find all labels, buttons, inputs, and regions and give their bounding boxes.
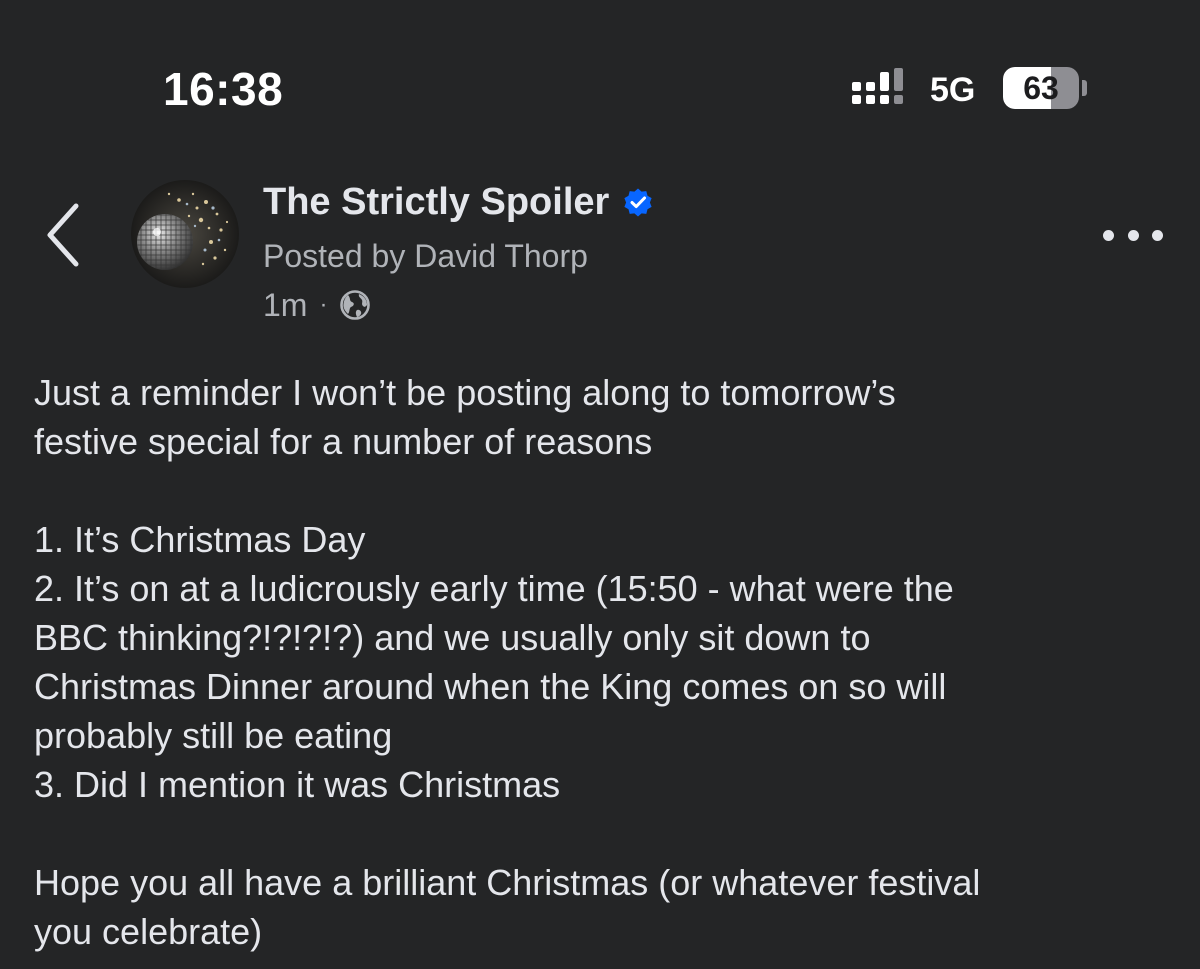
more-horizontal-icon-dot: [1152, 229, 1163, 241]
page-avatar[interactable]: [131, 180, 239, 288]
post-text-line: Just a reminder I won’t be posting along…: [34, 372, 896, 413]
verified-badge-icon: [624, 188, 652, 217]
post-text-line: Hope you all have a brilliant Christmas …: [34, 862, 981, 903]
posted-by-label[interactable]: Posted by David Thorp: [263, 238, 588, 275]
meta-separator: ·: [319, 291, 328, 318]
more-options-button[interactable]: [1103, 215, 1163, 255]
post-text-line: BBC thinking?!?!?!?) and we usually only…: [34, 617, 871, 658]
chevron-left-icon: [47, 203, 79, 267]
post-body: Just a reminder I won’t be posting along…: [34, 368, 1174, 956]
cellular-signal-icon: [852, 68, 903, 104]
more-horizontal-icon-dot: [1127, 229, 1139, 241]
status-time: 16:38: [163, 63, 284, 115]
post-text-line: Christmas Dinner around when the King co…: [34, 666, 947, 707]
post-text-line: 3. Did I mention it was Christmas: [34, 764, 561, 805]
page-name[interactable]: The Strictly Spoiler: [263, 181, 609, 224]
battery-icon: 63: [1003, 67, 1079, 109]
globe-icon: [340, 290, 371, 320]
battery-cap: [1082, 80, 1087, 96]
disco-ball-image: [131, 180, 239, 288]
post-text-line: probably still be eating: [34, 715, 393, 756]
post-text-line: festive special for a number of reasons: [34, 421, 653, 462]
back-button[interactable]: [40, 200, 90, 270]
post-meta: 1m ·: [263, 285, 371, 325]
more-horizontal-icon-dot: [1103, 229, 1114, 241]
post-text-line: 2. It’s on at a ludicrously early time (…: [34, 568, 954, 609]
post-text-line: you celebrate): [34, 911, 263, 952]
network-type: 5G: [930, 71, 976, 109]
page-name-row: The Strictly Spoiler: [263, 178, 655, 226]
post-text-line: 1. It’s Christmas Day: [34, 519, 366, 560]
status-bar: 16:38 5G 63: [0, 0, 1200, 150]
post-timestamp[interactable]: 1m: [263, 287, 307, 324]
battery-level: 63: [1023, 70, 1059, 106]
